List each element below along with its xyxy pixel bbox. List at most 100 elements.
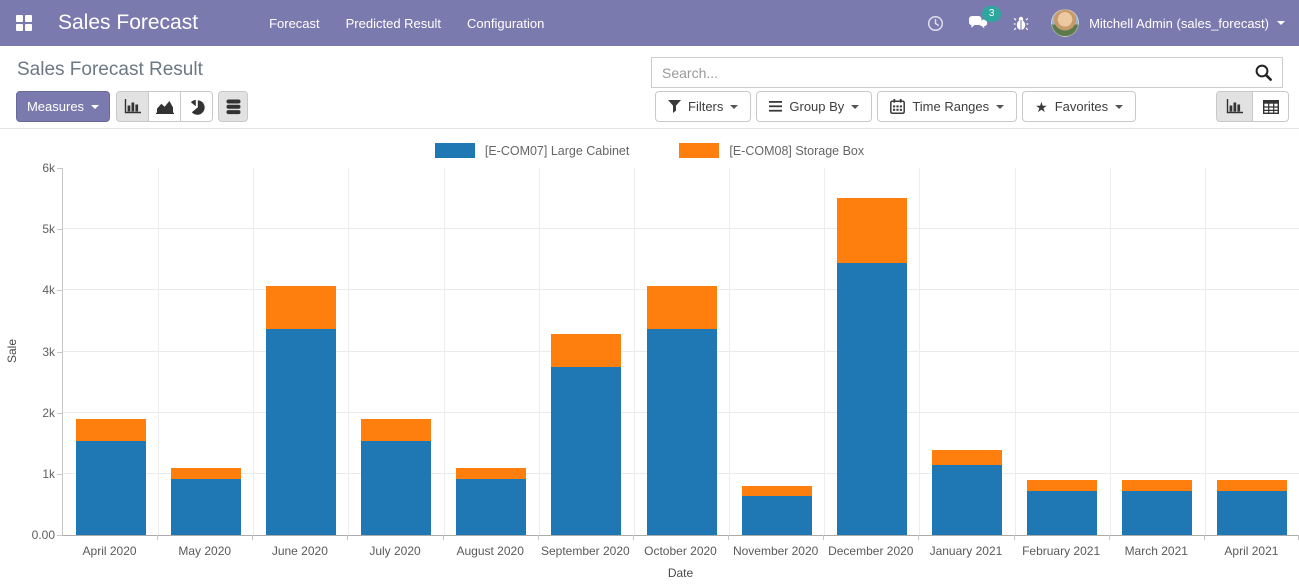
bar-stack [1217,480,1287,535]
x-category-label: February 2021 [1014,544,1109,558]
time-ranges-label: Time Ranges [912,99,989,114]
search-icon[interactable] [1254,63,1273,82]
filters-caret-icon [730,105,738,109]
filters-label: Filters [688,99,723,114]
bar-segment[interactable] [837,263,907,535]
bar-segment[interactable] [1122,480,1192,490]
bar-segment[interactable] [456,468,526,480]
bar-segment[interactable] [1217,480,1287,490]
favorites-button[interactable]: ★ Favorites [1022,91,1136,122]
x-category-label: June 2020 [252,544,347,558]
line-chart-button[interactable] [148,91,181,122]
bar-segment[interactable] [932,450,1002,465]
menu-predicted-result[interactable]: Predicted Result [335,9,452,38]
bar-segment[interactable] [742,486,812,497]
x-tick-mark [157,535,158,540]
filters-button[interactable]: Filters [655,91,751,122]
bar-segment[interactable] [171,479,241,535]
legend-item[interactable]: [E-COM08] Storage Box [679,143,864,158]
user-avatar[interactable] [1051,9,1079,37]
stacked-toggle-button[interactable] [218,91,248,122]
bar-segment[interactable] [171,468,241,480]
legend-label: [E-COM08] Storage Box [729,144,864,158]
bar-segment[interactable] [76,419,146,440]
bar-stack [742,486,812,535]
app-title[interactable]: Sales Forecast [58,11,198,35]
bar-segment[interactable] [932,465,1002,535]
bar-stack [266,286,336,535]
gridline [1110,168,1111,535]
debug-bug-icon[interactable] [1001,11,1041,36]
menu-configuration[interactable]: Configuration [456,9,555,38]
x-tick-mark [1109,535,1110,540]
apps-menu-icon[interactable] [16,15,32,31]
y-tick-mark [57,290,62,291]
pie-chart-icon [189,99,205,115]
bar-stack [932,450,1002,535]
y-tick-label: 5k [0,222,55,236]
bar-segment[interactable] [647,329,717,535]
filter-funnel-icon [668,100,681,113]
x-category-label: April 2020 [62,544,157,558]
bar-segment[interactable] [456,479,526,535]
bar-stack [551,334,621,535]
y-tick-label: 2k [0,406,55,420]
user-name[interactable]: Mitchell Admin (sales_forecast) [1089,16,1269,31]
x-tick-mark [1014,535,1015,540]
bar-segment[interactable] [647,286,717,329]
gridline [444,168,445,535]
pivot-view-button[interactable] [1252,91,1289,122]
x-category-label: October 2020 [633,544,728,558]
bar-chart-icon [124,99,141,114]
gridline [539,168,540,535]
x-category-label: March 2021 [1109,544,1204,558]
y-tick-label: 4k [0,283,55,297]
bar-segment[interactable] [266,329,336,535]
x-category-label: July 2020 [347,544,442,558]
graph-view-button[interactable] [1216,91,1253,122]
measures-caret-icon [91,105,99,109]
activities-clock-icon[interactable] [915,11,956,36]
user-menu-caret-icon[interactable] [1277,21,1285,25]
bar-segment[interactable] [1217,491,1287,535]
x-tick-mark [918,535,919,540]
search-input[interactable] [652,65,1254,81]
bar-segment[interactable] [551,334,621,367]
plot-area [62,168,1299,536]
group-by-button[interactable]: Group By [756,91,872,122]
x-category-label: August 2020 [443,544,538,558]
y-tick-mark [57,168,62,169]
y-tick-label: 3k [0,345,55,359]
menu-forecast[interactable]: Forecast [258,9,331,38]
bar-segment[interactable] [361,419,431,440]
systray: 3 Mitchell Admin (sales_forecast) [915,9,1285,37]
bar-segment[interactable] [1122,491,1192,535]
measures-button[interactable]: Measures [16,91,110,122]
gridline [158,168,159,535]
bar-stack [171,468,241,535]
legend-item[interactable]: [E-COM07] Large Cabinet [435,143,630,158]
bar-segment[interactable] [76,441,146,536]
stacked-bars-icon [226,99,241,115]
y-tick-mark [57,474,62,475]
gridline [824,168,825,535]
y-tick-label: 1k [0,467,55,481]
bar-segment[interactable] [361,441,431,536]
bar-segment[interactable] [551,367,621,535]
bar-segment[interactable] [1027,480,1097,490]
x-category-label: December 2020 [823,544,918,558]
search-filters-bar: Filters Group By Time Ranges ★ Favorites [655,91,1136,122]
pie-chart-button[interactable] [180,91,213,122]
bar-segment[interactable] [837,198,907,263]
group-by-label: Group By [789,99,844,114]
x-category-label: January 2021 [918,544,1013,558]
graph-view: [E-COM07] Large Cabinet [E-COM08] Storage… [0,129,1299,588]
bar-segment[interactable] [1027,491,1097,535]
messages-icon[interactable]: 3 [956,11,1001,35]
page-title: Sales Forecast Result [17,59,203,81]
bar-segment[interactable] [742,496,812,535]
time-ranges-button[interactable]: Time Ranges [877,91,1017,122]
bar-chart-button[interactable] [116,91,149,122]
bar-segment[interactable] [266,286,336,329]
measures-label: Measures [27,99,84,114]
